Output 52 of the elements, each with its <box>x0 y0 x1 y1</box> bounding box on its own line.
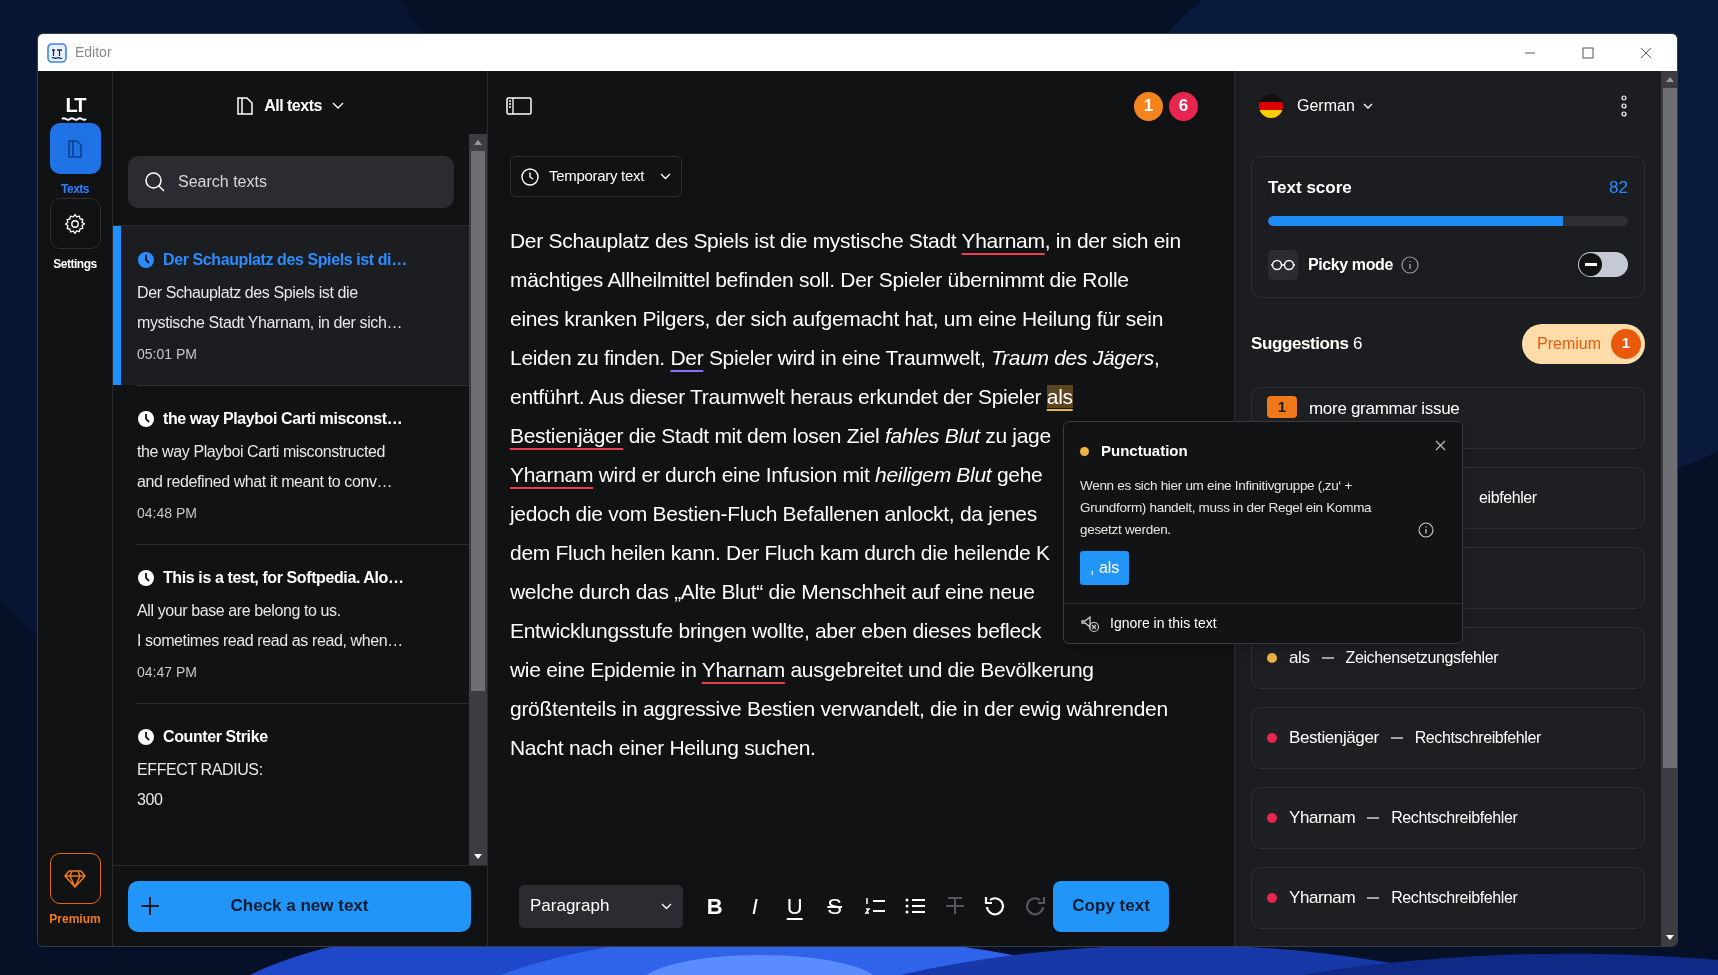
item-title: This is a test, for Softpedia. Alo… <box>163 568 404 588</box>
editor-text-line: wie eine Epidemie in Yharnam ausgebreitet und die Bevölkerung <box>510 657 1094 683</box>
item-time: 04:48 PM <box>137 504 198 523</box>
editor-text-line: Nacht nach einer Heilung suchen. <box>510 735 816 761</box>
issue-word: Bestienjäger <box>1289 727 1379 750</box>
issue-word: Yharnam <box>1289 887 1356 910</box>
item-preview: mystische Stadt Yharnam, in der sich… <box>137 313 404 333</box>
issue-word: Yharnam <box>1289 807 1356 830</box>
item-preview: the way Playboi Carti misconstructed <box>137 442 386 462</box>
item-time: 05:01 PM <box>137 345 198 364</box>
item-preview: 300 <box>137 790 164 810</box>
nav-label: Texts <box>61 181 89 198</box>
item-preview: All your base are belong to us. <box>137 601 342 621</box>
item-title: Der Schauplatz des Spiels ist di… <box>163 250 407 270</box>
editor-text-line: Der Schauplatz des Spiels ist die mystische Stadt Yharnam, in der sich ein <box>510 228 1181 254</box>
count-badge: 1 <box>1267 396 1297 418</box>
issue-type: Rechtschreibfehler <box>1414 728 1541 748</box>
item-title: Counter Strike <box>163 727 268 747</box>
logo-text: LT <box>65 95 85 115</box>
item-title: the way Playboi Carti misconst… <box>163 409 403 429</box>
issue-type: Zeichensetzungsfehler <box>1345 648 1499 668</box>
issue-word: als <box>1289 647 1310 670</box>
editor-text-line: Bestienjäger die Stadt mit dem losen Ziel fahles Blut zu jage <box>510 423 1051 449</box>
editor-text-line: welche durch das „Alte Blut“ die Menschheit auf eine neue <box>510 579 1035 605</box>
popup-message: Wenn es sich hier um eine Infinitivgruppe (‚zu‘ + Grundform) handelt, muss in der Regel ein Komma gesetzt werden. <box>1080 476 1373 539</box>
editor-text-line: Yharnam wird er durch eine Infusion mit heiligem Blut gehe <box>510 462 1043 488</box>
item-time: 04:47 PM <box>137 663 198 682</box>
issue-type: Rechtschreibfehler <box>1391 808 1518 828</box>
editor-text-line: jedoch die vom Bestien-Fluch Befallenen anlockt, da jenes <box>510 501 1037 527</box>
window-title: Editor <box>75 43 112 62</box>
issue-type: Rechtschreibfehler <box>1391 888 1518 908</box>
editor-text-line: Leiden zu finden. Der Spieler wird in eine Traumwelt, Traum des Jägers, <box>510 345 1160 371</box>
score-value: 82 <box>1609 177 1628 199</box>
score-label: Text score <box>1268 177 1352 199</box>
editor-text-line: eines kranken Pilgers, der sich aufgemacht hat, um eine Heilung für sein <box>510 306 1164 332</box>
editor-text-line: mächtiges Allheilmittel befinden soll. Der Spieler übernimmt die Rolle <box>510 267 1129 293</box>
editor-text-line: Entwicklungsstufe bringen wollte, aber eben dieses befleck <box>510 618 1042 644</box>
suggestions-title: Suggestions 6 <box>1251 332 1362 355</box>
item-preview: EFFECT RADIUS: <box>137 760 264 780</box>
suggestion-text: more grammar issue <box>1309 398 1460 420</box>
item-preview: I sometimes read read as read, when… <box>137 631 404 651</box>
item-preview: and redefined what it meant to conv… <box>137 472 394 492</box>
editor-text-line: größtenteils in aggressive Bestien verwandelt, die in der ewig währenden <box>510 696 1168 722</box>
picky-mode-label: Picky mode <box>1308 254 1393 275</box>
premium-count-badge: 1 <box>1611 328 1641 359</box>
suggestion-text: eibfehler <box>1479 488 1537 508</box>
editor-text-line: entführt. Aus dieser Traumwelt heraus erkundet der Spieler als <box>510 384 1073 410</box>
item-preview: Der Schauplatz des Spiels ist die <box>137 283 359 303</box>
popup-title: Punctuation <box>1101 441 1188 461</box>
premium-label: Premium <box>49 911 101 928</box>
nav-label: Settings <box>53 256 97 273</box>
editor-text-line: dem Fluch heilen kann. Der Fluch kam durch die heilende K <box>510 540 1050 566</box>
